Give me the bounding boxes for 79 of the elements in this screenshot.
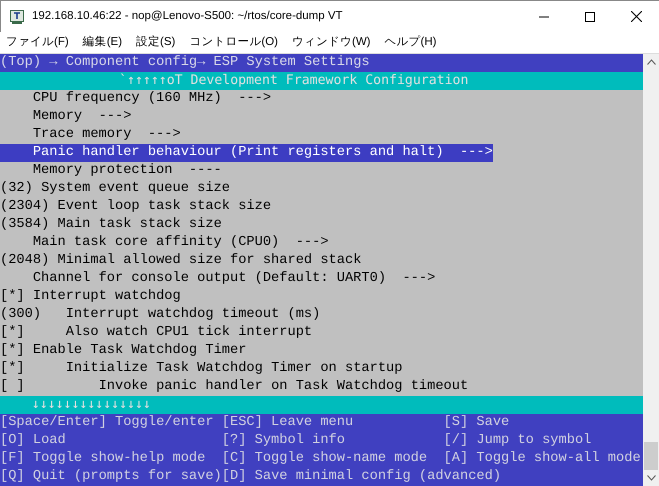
menu-entry[interactable]: (3584) Main task stack size <box>0 216 222 234</box>
menu-entry[interactable]: [*] Initialize Task Watchdog Timer on startup <box>0 360 402 378</box>
menu-entry[interactable]: Trace memory ---> <box>0 126 181 144</box>
option-value: (32) <box>0 180 33 198</box>
submenu-arrow: ---> <box>402 270 436 288</box>
option-label: Panic handler behaviour (Print registers and halt) <box>32 144 444 162</box>
option-label: Event loop task stack size <box>58 198 272 216</box>
breadcrumb-bar: (Top) → Component config→ ESP System Settings <box>0 54 643 72</box>
window-title: 192.168.10.46:22 - nop@Lenovo-S500: ~/rtos/core-dump VT <box>32 8 343 24</box>
menu-entry[interactable]: (300) Interrupt watchdog timeout (ms) <box>0 306 320 324</box>
option-label: Initialize Task Watchdog Timer on startup <box>66 360 402 378</box>
menu-entry[interactable]: CPU frequency (160 MHz) ---> <box>0 90 272 108</box>
checkbox[interactable]: [*] <box>0 324 25 342</box>
option-label: Enable Task Watchdog Timer <box>32 342 246 360</box>
maximize-icon <box>585 12 595 22</box>
scroll-indicator-bar: ↓↓↓↓↓↓↓↓↓↓↓↓↓↓↓ <box>0 396 643 414</box>
option-value: (300) <box>0 306 42 324</box>
terminal-app-icon <box>10 10 24 24</box>
option-label: Invoke panic handler on Task Watchdog timeout <box>98 378 468 396</box>
option-value: (2304) <box>0 198 50 216</box>
menu-entry[interactable]: (32) System event queue size <box>0 180 230 198</box>
menu-title-bar: `↑↑↑↑↑oT Development Framework Configuration <box>0 72 643 90</box>
option-label: Minimal allowed size for shared stack <box>58 252 362 270</box>
key-hint: [?] Symbol info <box>222 432 346 450</box>
submenu-arrow: ---> <box>460 144 493 162</box>
submenu-arrow: ---> <box>98 108 132 126</box>
menu-entry[interactable]: Panic handler behaviour (Print registers and halt) ---> <box>0 144 493 162</box>
scrollbar[interactable] <box>643 54 659 486</box>
scroll-up-icon[interactable] <box>646 59 656 65</box>
menu-item[interactable]: コントロール(O) <box>189 34 278 52</box>
scroll-down-icon[interactable] <box>646 475 656 481</box>
menu-entry[interactable]: [*] Interrupt watchdog <box>0 288 181 306</box>
option-label: Interrupt watchdog timeout (ms) <box>66 306 320 324</box>
key-hint: [ESC] Leave menu <box>222 414 354 432</box>
checkbox[interactable]: [ ] <box>0 378 25 396</box>
menu-entry[interactable]: [*] Enable Task Watchdog Timer <box>0 342 246 360</box>
submenu-arrow: ---> <box>238 90 272 108</box>
key-hint: [Q] Quit (prompts for save) <box>0 468 222 486</box>
close-icon <box>630 11 642 22</box>
key-hint: [O] Load <box>0 432 67 450</box>
key-hint: [F] Toggle show-help mode <box>0 450 206 468</box>
menu-entry[interactable]: [ ] Invoke panic handler on Task Watchdog timeout <box>0 378 468 396</box>
menu-entry[interactable]: Channel for console output (Default: UART0) ---> <box>0 270 436 288</box>
option-label: Trace memory <box>32 126 132 144</box>
submenu-arrow: ---> <box>296 234 329 252</box>
key-hint: [C] Toggle show-name mode <box>222 450 428 468</box>
option-label: CPU frequency (160 MHz) <box>32 90 222 108</box>
scroll-thumb[interactable] <box>644 442 658 470</box>
option-value: (3584) <box>0 216 50 234</box>
option-label: Main task stack size <box>58 216 222 234</box>
menu-entry[interactable]: Main task core affinity (CPU0) ---> <box>0 234 329 252</box>
key-hint: [S] Save <box>444 414 510 432</box>
submenu-arrow: ---> <box>148 126 181 144</box>
menu-entry[interactable]: [*] Also watch CPU1 tick interrupt <box>0 324 312 342</box>
checkbox[interactable]: [*] <box>0 288 25 306</box>
option-label: Interrupt watchdog <box>32 288 181 306</box>
option-label: Also watch CPU1 tick interrupt <box>66 324 312 342</box>
menu-entry[interactable]: (2304) Event loop task stack size <box>0 198 272 216</box>
key-hint: [D] Save minimal config (advanced) <box>222 468 502 486</box>
option-label: Memory <box>32 108 82 126</box>
option-label: Memory protection <box>32 162 172 180</box>
key-hint: [Space/Enter] Toggle/enter <box>0 414 215 432</box>
menu-item[interactable]: ファイル(F) <box>6 34 69 52</box>
submenu-arrow: ---- <box>188 162 222 180</box>
option-label: Channel for console output (Default: UART0) <box>32 270 386 288</box>
menu-entry[interactable]: Memory ---> <box>0 108 132 126</box>
option-value: (2048) <box>0 252 50 270</box>
menu-entry[interactable]: (2048) Minimal allowed size for shared stack <box>0 252 362 270</box>
menu-item[interactable]: ヘルプ(H) <box>384 34 436 52</box>
menu-item[interactable]: 編集(E) <box>82 34 122 52</box>
key-hint: [/] Jump to symbol <box>444 432 592 450</box>
option-label: System event queue size <box>41 180 230 198</box>
menu-item[interactable]: ウィンドウ(W) <box>292 34 370 52</box>
option-label: Main task core affinity (CPU0) <box>32 234 280 252</box>
menu-item[interactable]: 設定(S) <box>136 34 176 52</box>
checkbox[interactable]: [*] <box>0 342 25 360</box>
checkbox[interactable]: [*] <box>0 360 25 378</box>
menu-entry[interactable]: Memory protection ---- <box>0 162 222 180</box>
key-hint: [A] Toggle show-all mode <box>444 450 641 468</box>
